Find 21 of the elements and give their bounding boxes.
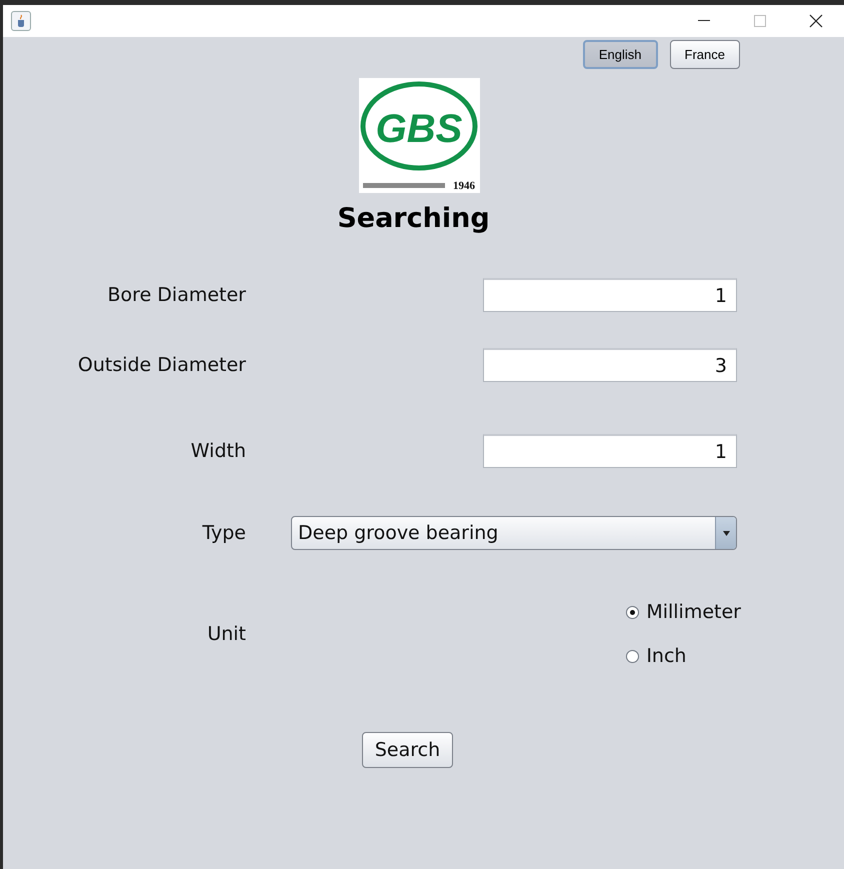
input-field[interactable]: 1	[483, 434, 737, 468]
language-button[interactable]: English	[582, 40, 658, 69]
minimize-icon	[698, 20, 710, 22]
close-icon	[809, 14, 823, 28]
field-label: Bore Diameter	[108, 284, 246, 306]
language-button[interactable]: France	[670, 40, 740, 69]
field-label: Width	[190, 440, 246, 462]
field-label: Unit	[207, 623, 246, 645]
type-dropdown[interactable]: Deep groove bearing	[291, 516, 737, 550]
caret-icon	[722, 530, 730, 536]
maximize-icon	[754, 15, 766, 27]
app-icon	[11, 11, 31, 31]
field-label: Outside Diameter	[78, 354, 246, 376]
field-label: Type	[202, 522, 246, 544]
search-button[interactable]: Search	[362, 732, 454, 768]
page-title: Searching	[336, 203, 491, 234]
radio-option[interactable]: Millimeter	[626, 601, 741, 623]
input-field[interactable]: 3	[483, 348, 737, 382]
input-field[interactable]: 1	[483, 278, 737, 312]
logo-drawing: GBS 1946	[358, 78, 480, 193]
radio-option[interactable]: Inch	[626, 645, 741, 667]
